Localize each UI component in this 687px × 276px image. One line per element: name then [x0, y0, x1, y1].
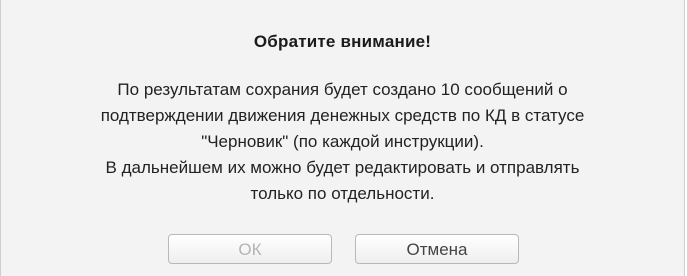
message-line: только по отдельности.	[250, 184, 435, 203]
message-line: подтверждении движения денежных средств …	[100, 106, 585, 125]
dialog-buttons: ОК Отмена	[1, 234, 684, 266]
confirmation-dialog: Обратите внимание! По результатам сохран…	[0, 0, 685, 276]
cancel-button[interactable]: Отмена	[355, 234, 519, 264]
dialog-message: По результатам сохрания будет создано 10…	[1, 77, 684, 207]
ok-button[interactable]: ОК	[168, 234, 332, 264]
dialog-title: Обратите внимание!	[253, 32, 432, 51]
message-line: В дальнейшем их можно будет редактироват…	[105, 158, 580, 177]
message-line: По результатам сохрания будет создано 10…	[117, 80, 568, 99]
message-line: "Черновик" (по каждой инструкции).	[201, 132, 484, 151]
